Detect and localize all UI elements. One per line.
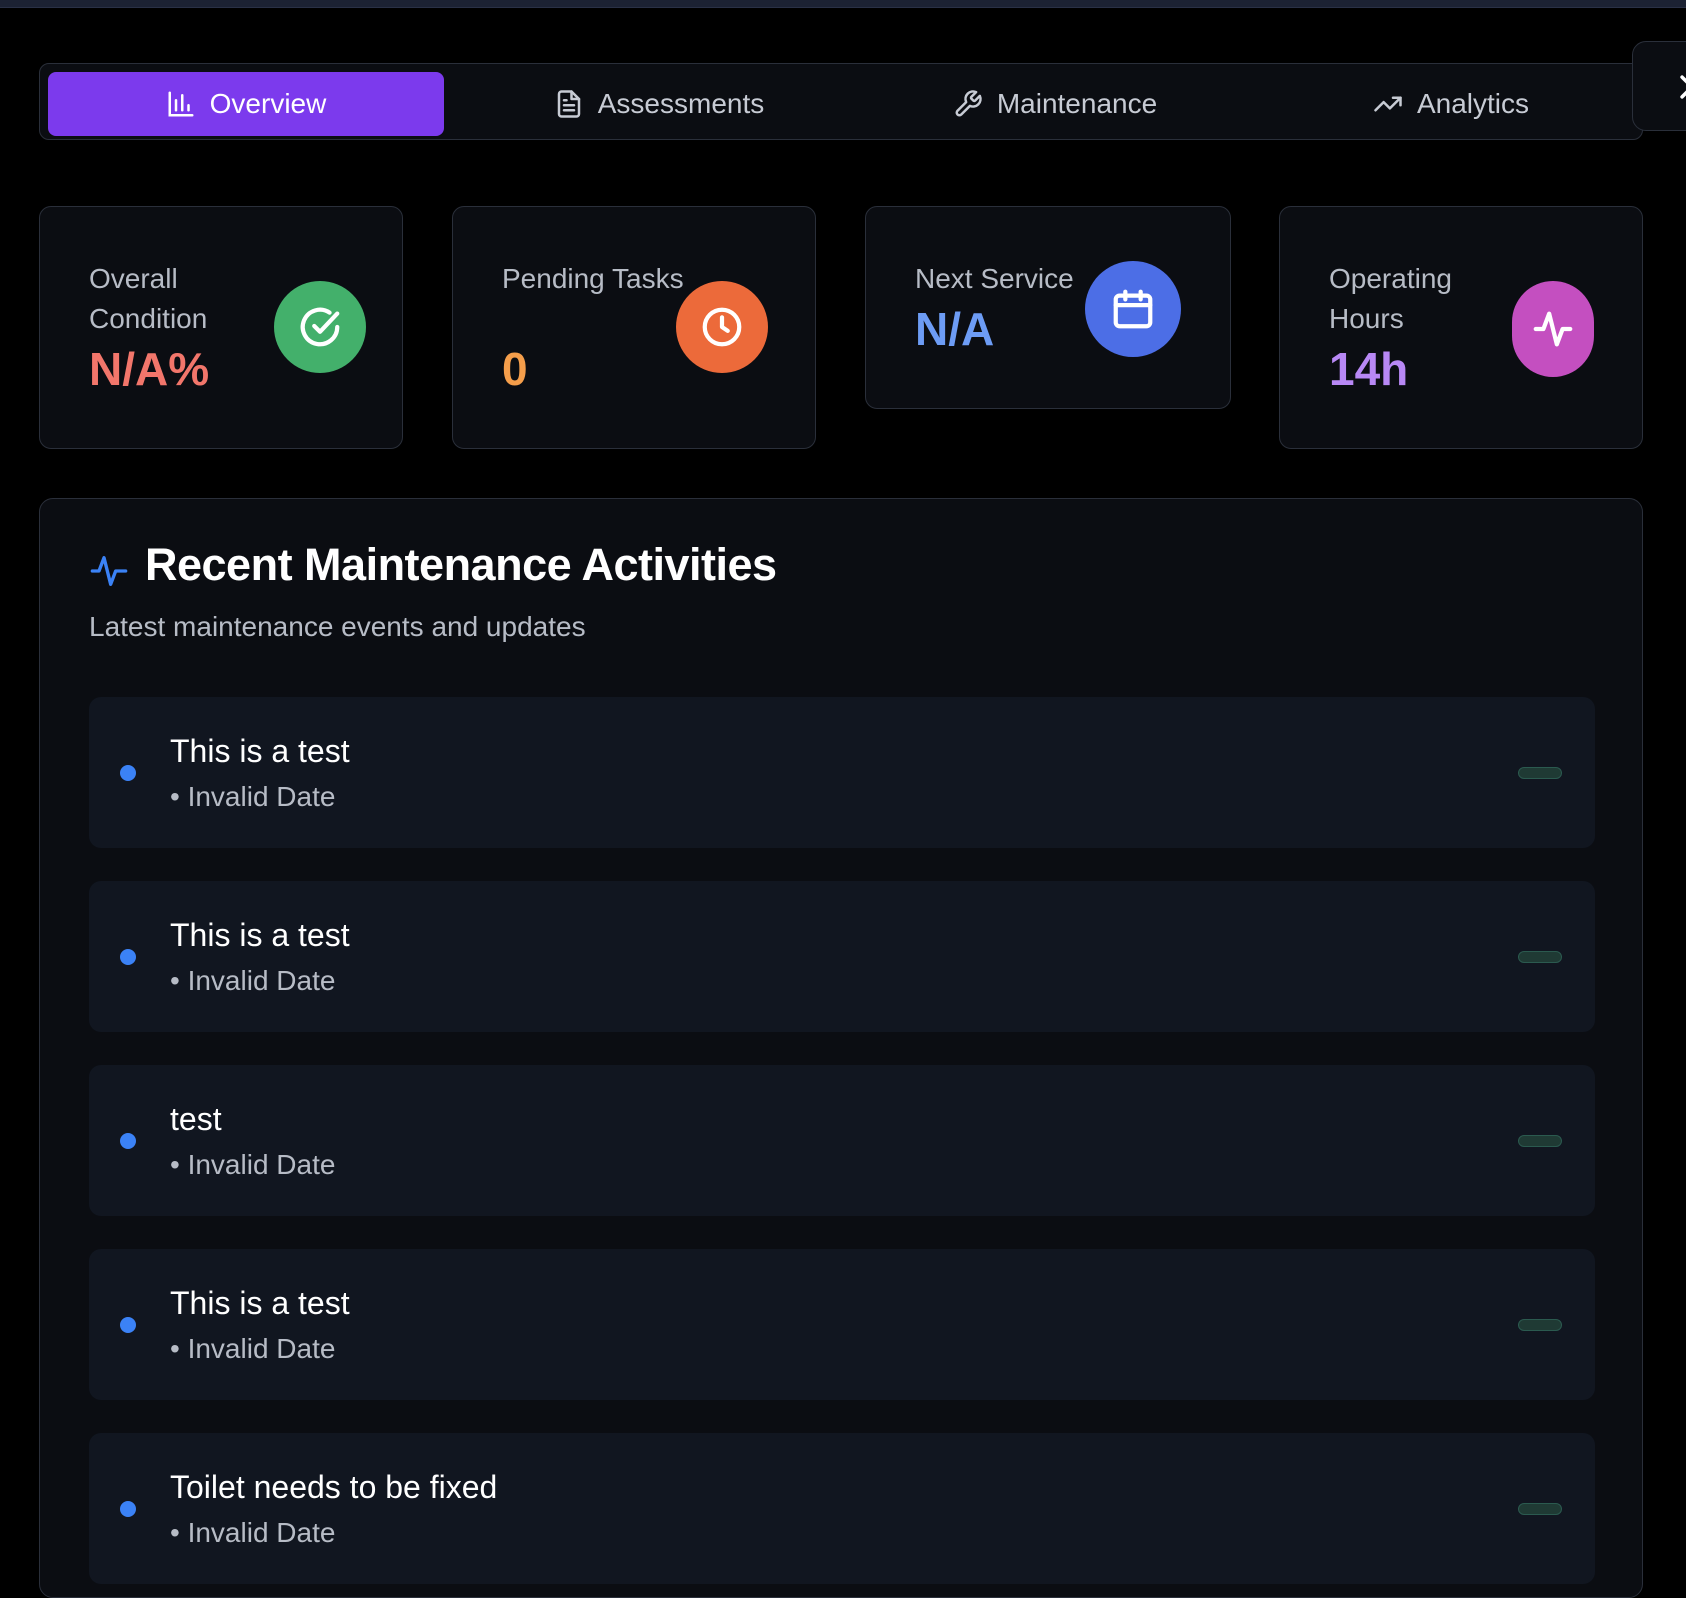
tab-bar: Overview Assessments Maintenance Analyti… [39,63,1643,140]
activity-title: This is a test [170,733,350,769]
status-badge [1518,1319,1562,1331]
activity-title: This is a test [170,917,350,953]
stat-card-overall-condition: Overall Condition N/A% [39,206,403,449]
tab-analytics[interactable]: Analytics [1253,72,1649,136]
bar-chart-icon [168,91,194,117]
top-bar [0,0,1686,8]
wrench-icon [955,90,982,117]
activity-item[interactable]: This is a test • Invalid Date [89,881,1595,1032]
check-circle-icon [274,281,366,373]
activity-item[interactable]: test • Invalid Date [89,1065,1595,1216]
stat-card-operating-hours: Operating Hours 14h [1279,206,1643,449]
status-badge [1518,767,1562,779]
status-dot [120,1317,136,1333]
stat-value: 14h [1329,343,1409,395]
activity-date: • Invalid Date [170,965,336,996]
tab-overview[interactable]: Overview [48,72,444,136]
stat-card-pending-tasks: Pending Tasks 0 [452,206,816,449]
close-button[interactable] [1632,41,1686,131]
close-icon [1680,75,1686,99]
stat-value: N/A% [89,343,210,395]
activity-title: This is a test [170,1285,350,1321]
panel-subtitle: Latest maintenance events and updates [89,611,586,642]
activity-title: test [170,1101,222,1137]
stat-label: Pending Tasks [502,263,684,294]
status-badge [1518,1503,1562,1515]
tab-maintenance-label: Maintenance [996,88,1158,119]
status-dot [120,765,136,781]
activity-date: • Invalid Date [170,1517,336,1548]
activity-date: • Invalid Date [170,1333,336,1364]
status-badge [1518,951,1562,963]
tab-maintenance[interactable]: Maintenance [857,72,1253,136]
activity-item[interactable]: Toilet needs to be fixed • Invalid Date [89,1433,1595,1584]
clock-icon [676,281,768,373]
activity-date: • Invalid Date [170,1149,336,1180]
activity-item[interactable]: This is a test • Invalid Date [89,1249,1595,1400]
tab-analytics-label: Analytics [1416,88,1530,119]
trending-up-icon [1374,96,1402,112]
tab-assessments-label: Assessments [597,88,765,119]
activity-item[interactable]: This is a test • Invalid Date [89,697,1595,848]
status-dot [120,949,136,965]
tab-assessments[interactable]: Assessments [461,72,857,136]
calendar-icon [1085,261,1181,357]
activity-title: Toilet needs to be fixed [170,1469,498,1505]
tab-overview-label: Overview [209,88,327,119]
stat-label: Operating Hours [1329,263,1452,334]
stat-label: Overall Condition [89,263,208,334]
activity-icon [90,556,128,586]
stat-value: N/A [915,303,995,355]
status-dot [120,1501,136,1517]
status-dot [120,1133,136,1149]
document-icon [557,90,580,118]
stat-value: 0 [502,343,528,395]
stat-card-next-service: Next Service N/A [865,206,1231,409]
activity-date: • Invalid Date [170,781,336,812]
status-badge [1518,1135,1562,1147]
activity-icon [1512,281,1594,377]
recent-activities-panel: Recent Maintenance Activities Latest mai… [39,498,1643,1598]
panel-title: Recent Maintenance Activities [145,539,777,590]
